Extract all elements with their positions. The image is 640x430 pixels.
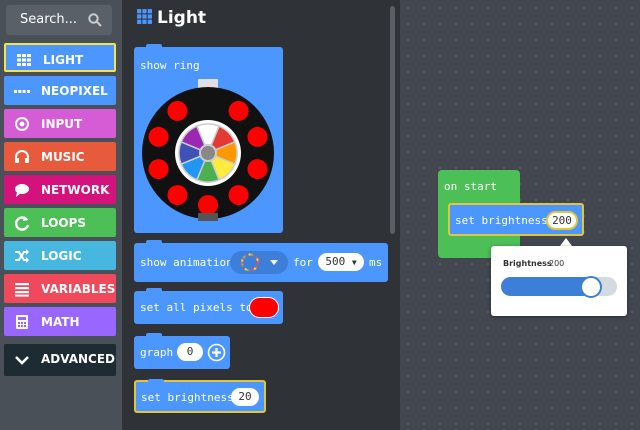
duration-dropdown[interactable]: 500 ▼ [318,253,364,271]
duration-value: 500 [325,255,346,268]
graph-label: graph [140,346,174,359]
show-ring-label: show ring [140,59,200,72]
category-math[interactable]: MATH [4,307,116,336]
category-variables[interactable]: VARIABLES [4,274,116,303]
graph-block[interactable]: graph 0 [134,333,230,369]
show-animation-block[interactable]: show animation for 500 ▼ ms [134,240,388,282]
for-label: for [293,256,313,269]
show-animation-label: show animation [140,256,233,269]
search-icon [88,13,102,27]
neopixel-led[interactable] [148,126,169,147]
flyout-title: Light [136,8,206,28]
set-all-pixels-block[interactable]: set all pixels to [134,288,283,324]
category-label: LOGIC [41,249,82,263]
brightness-slider-popup: Brightness 200 [491,246,627,316]
popup-pointer [560,238,572,246]
list-icon [15,283,29,297]
slider-label: Brightness [503,259,552,268]
animation-dropdown[interactable] [230,251,288,274]
category-label: ADVANCED [41,352,116,366]
neopixel-led[interactable] [228,100,249,121]
neopixel-led[interactable] [148,159,169,180]
neopixel-led[interactable] [198,195,218,215]
dots-icon [14,90,30,93]
brightness-value-field[interactable]: 200 [546,211,578,230]
refresh-icon [15,216,30,231]
brightness-value: 20 [238,390,252,403]
chevron-down-icon: ▼ [351,258,357,267]
toolbox-sidebar: Search... LIGHT NEOPIXEL INPUT MUSIC NET… [0,0,122,430]
calculator-icon [16,315,28,329]
block-flyout: Light show ring show animation for 500 ▼… [122,0,400,430]
set-brightness-label: set brightness [455,214,548,227]
neopixel-led[interactable] [167,185,188,206]
category-label: LIGHT [43,53,84,67]
rainbow-ring-icon [241,253,278,272]
brightness-value: 200 [552,214,572,227]
category-loops[interactable]: LOOPS [4,208,116,237]
workspace-set-brightness-block[interactable]: set brightness 200 [448,203,584,236]
category-input[interactable]: INPUT [4,109,116,138]
block-notch [146,44,162,49]
category-label: VARIABLES [41,282,116,296]
search-label: Search... [20,12,78,27]
category-label: NEOPIXEL [41,84,108,98]
grid-icon [17,54,31,66]
category-logic[interactable]: LOGIC [4,241,116,270]
neopixel-led[interactable] [247,126,268,147]
battery-connector [198,213,218,221]
block-notch [146,240,162,245]
category-network[interactable]: NETWORK [4,175,116,204]
brightness-value-field[interactable]: 20 [231,388,259,406]
slider-fill [501,277,592,296]
chat-icon [15,184,29,197]
set-brightness-block[interactable]: set brightness 20 [134,379,266,413]
category-label: LOOPS [41,216,87,230]
flyout-title-text: Light [157,8,207,28]
category-label: NETWORK [41,183,110,197]
category-label: MUSIC [41,150,85,164]
neopixel-led[interactable] [228,185,249,206]
search-box[interactable]: Search... [6,5,112,35]
flyout-scrollbar[interactable] [390,6,395,234]
category-label: INPUT [41,117,83,131]
headphones-icon [15,150,29,163]
graph-value: 0 [186,345,194,358]
ms-label: ms [369,256,383,269]
circle-dot-icon [15,117,29,131]
chevron-down-icon [15,356,29,365]
set-all-pixels-label: set all pixels to [140,301,253,314]
set-brightness-label: set brightness [141,391,234,404]
category-label: MATH [41,315,80,329]
neopixel-led[interactable] [247,159,268,180]
block-notch [146,333,162,338]
add-icon[interactable] [207,343,226,362]
category-music[interactable]: MUSIC [4,142,116,171]
show-ring-block[interactable]: show ring [134,44,283,233]
block-notch [148,379,164,384]
ring-board[interactable] [140,77,276,221]
block-notch [146,288,162,293]
category-advanced[interactable]: ADVANCED [4,344,116,376]
on-start-label: on start [444,180,497,193]
graph-value-field[interactable]: 0 [177,343,203,361]
category-neopixel[interactable]: NEOPIXEL [4,76,116,105]
slider-value: 200 [549,259,565,268]
category-light[interactable]: LIGHT [4,43,116,72]
color-picker[interactable] [249,297,279,318]
grid-icon [137,9,152,24]
shuffle-icon [15,249,29,263]
neopixel-led[interactable] [167,100,188,121]
wheel-center [199,144,217,162]
